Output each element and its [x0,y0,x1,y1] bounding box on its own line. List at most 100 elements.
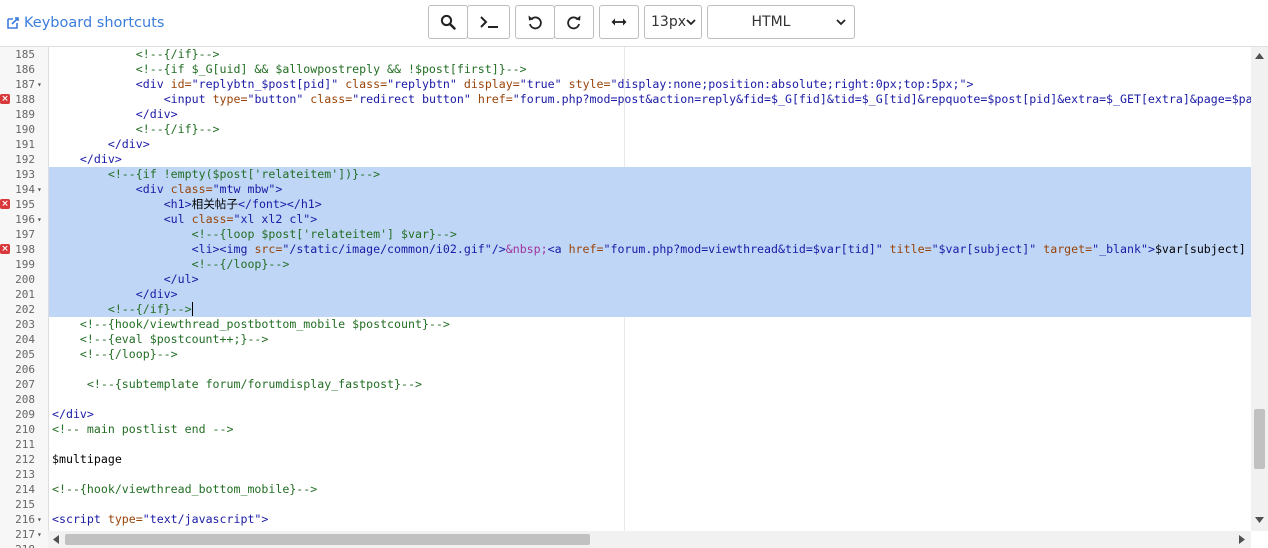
code-text[interactable] [49,497,1251,512]
code-line[interactable]: 216 ▾ <script type="text/javascript"> [0,512,1251,527]
keyboard-shortcuts-label: Keyboard shortcuts [24,15,165,31]
code-line[interactable]: 206 [0,362,1251,377]
code-text[interactable]: </ul> [49,272,1251,287]
line-number: 187 [15,78,35,91]
fold-toggle-icon[interactable]: ▾ [37,77,45,92]
line-number: 209 [15,408,35,421]
code-text[interactable]: <!--{loop $post['relateitem'] $var}--> [49,227,1251,242]
code-line[interactable]: 215 [0,497,1251,512]
code-text[interactable]: <!--{/loop}--> [49,347,1251,362]
code-line[interactable]: 194 ▾ <div class="mtw mbw"> [0,182,1251,197]
toolbar: Keyboard shortcuts 13px HTML [0,0,1268,46]
line-number: 205 [15,348,35,361]
vertical-scroll-thumb[interactable] [1254,409,1265,469]
code-text[interactable]: <div id="replybtn_$post[pid]" class="rep… [49,77,1251,92]
code-text[interactable]: <!--{eval $postcount++;}--> [49,332,1251,347]
code-text[interactable]: <!--{/if}--> [49,47,1251,62]
code-line[interactable]: 212 $multipage [0,452,1251,467]
fold-toggle-icon[interactable]: ▾ [37,212,45,227]
code-text[interactable]: <li><img src="/static/image/common/i02.g… [49,242,1251,257]
terminal-button[interactable] [467,5,510,39]
vertical-scrollbar[interactable] [1251,47,1268,531]
undo-icon [528,15,542,30]
code-line[interactable]: 201 </div> [0,287,1251,302]
line-number: 185 [15,48,35,61]
line-number: 210 [15,423,35,436]
code-text[interactable]: </div> [49,152,1251,167]
line-number: 207 [15,378,35,391]
code-line[interactable]: 214 <!--{hook/viewthread_bottom_mobile}--… [0,482,1251,497]
code-text[interactable]: <input type="button" class="redirect but… [49,92,1251,107]
line-number: 191 [15,138,35,151]
code-text[interactable] [49,392,1251,407]
keyboard-shortcuts-link[interactable]: Keyboard shortcuts [6,13,164,33]
code-text[interactable]: $multipage [49,452,1251,467]
code-text[interactable]: <!--{hook/viewthread_bottom_mobile}--> [49,482,1251,497]
code-line[interactable]: 200 </ul> [0,272,1251,287]
fold-toggle-icon[interactable]: ▾ [37,527,45,542]
wrap-icon [611,18,627,26]
code-line[interactable]: 203 <!--{hook/viewthread_postbottom_mobi… [0,317,1251,332]
code-text[interactable]: <!--{/loop}--> [49,257,1251,272]
code-text[interactable] [49,437,1251,452]
code-text[interactable]: <h1>相关帖子</font></h1> [49,197,1251,212]
search-button[interactable] [428,5,468,39]
code-line[interactable]: 189 </div> [0,107,1251,122]
redo-button[interactable] [554,5,594,39]
code-line[interactable]: 211 [0,437,1251,452]
line-number: 189 [15,108,35,121]
code-line[interactable]: 199 <!--{/loop}--> [0,257,1251,272]
code-line[interactable]: 191 </div> [0,137,1251,152]
code-line[interactable]: 202 <!--{/if}--> [0,302,1251,317]
code-text[interactable]: </div> [49,287,1251,302]
code-line[interactable]: 190 <!--{/if}--> [0,122,1251,137]
code-text[interactable]: </div> [49,407,1251,422]
code-text[interactable]: <!--{subtemplate forum/forumdisplay_fast… [49,377,1251,392]
code-line[interactable]: 213 [0,467,1251,482]
font-size-select[interactable]: 13px [644,5,702,39]
code-line[interactable]: 207 <!--{subtemplate forum/forumdisplay_… [0,377,1251,392]
code-line[interactable]: 204 <!--{eval $postcount++;}--> [0,332,1251,347]
code-text[interactable]: </div> [49,137,1251,152]
line-number: 201 [15,288,35,301]
text-cursor [191,302,193,316]
code-line[interactable]: 197 <!--{loop $post['relateitem'] $var}-… [0,227,1251,242]
code-text[interactable]: <!--{if !empty($post['relateitem'])}--> [49,167,1251,182]
horizontal-scroll-thumb[interactable] [65,534,590,545]
fold-toggle-icon[interactable]: ▾ [37,182,45,197]
code-text[interactable] [49,362,1251,377]
line-number: 186 [15,63,35,76]
code-line[interactable]: 208 [0,392,1251,407]
code-text[interactable]: </div> [49,107,1251,122]
code-line[interactable]: 192 </div> [0,152,1251,167]
undo-button[interactable] [515,5,555,39]
code-line[interactable]: 196 ▾ <ul class="xl xl2 cl"> [0,212,1251,227]
code-text[interactable]: <div class="mtw mbw"> [49,182,1251,197]
font-size-value: 13px [651,14,686,30]
code-text[interactable]: <!--{/if}--> [49,122,1251,137]
code-line[interactable]: 186 <!--{if $_G[uid] && $allowpostreply … [0,62,1251,77]
code-line[interactable]: 210 <!-- main postlist end --> [0,422,1251,437]
code-text[interactable]: <!--{/if}--> [49,302,1251,317]
code-line[interactable]: 187 ▾ <div id="replybtn_$post[pid]" class… [0,77,1251,92]
code-line[interactable]: × 195 <h1>相关帖子</font></h1> [0,197,1251,212]
code-line[interactable]: 193 <!--{if !empty($post['relateitem'])}… [0,167,1251,182]
code-line[interactable]: × 198 <li><img src="/static/image/common/… [0,242,1251,257]
code-line[interactable]: 185 <!--{/if}--> [0,47,1251,62]
code-text[interactable]: <script type="text/javascript"> [49,512,1251,527]
code-line[interactable]: 209 </div> [0,407,1251,422]
code-line[interactable]: × 188 <input type="button" class="redirec… [0,92,1251,107]
code-editor[interactable]: 185 <!--{/if}--> 186 <!--{if $_G[uid] && … [0,46,1268,548]
language-mode-select[interactable]: HTML [707,5,855,39]
horizontal-scrollbar[interactable] [48,531,1251,548]
fold-toggle-icon[interactable]: ▾ [37,512,45,527]
code-text[interactable]: <ul class="xl xl2 cl"> [49,212,1251,227]
wrap-toggle-button[interactable] [599,5,639,39]
code-text[interactable]: <!--{hook/viewthread_postbottom_mobile $… [49,317,1251,332]
line-number: 216 [15,513,35,526]
code-text[interactable]: <!--{if $_G[uid] && $allowpostreply && !… [49,62,1251,77]
code-text[interactable] [49,467,1251,482]
code-text[interactable]: <!-- main postlist end --> [49,422,1251,437]
code-line[interactable]: 205 <!--{/loop}--> [0,347,1251,362]
line-number: 203 [15,318,35,331]
